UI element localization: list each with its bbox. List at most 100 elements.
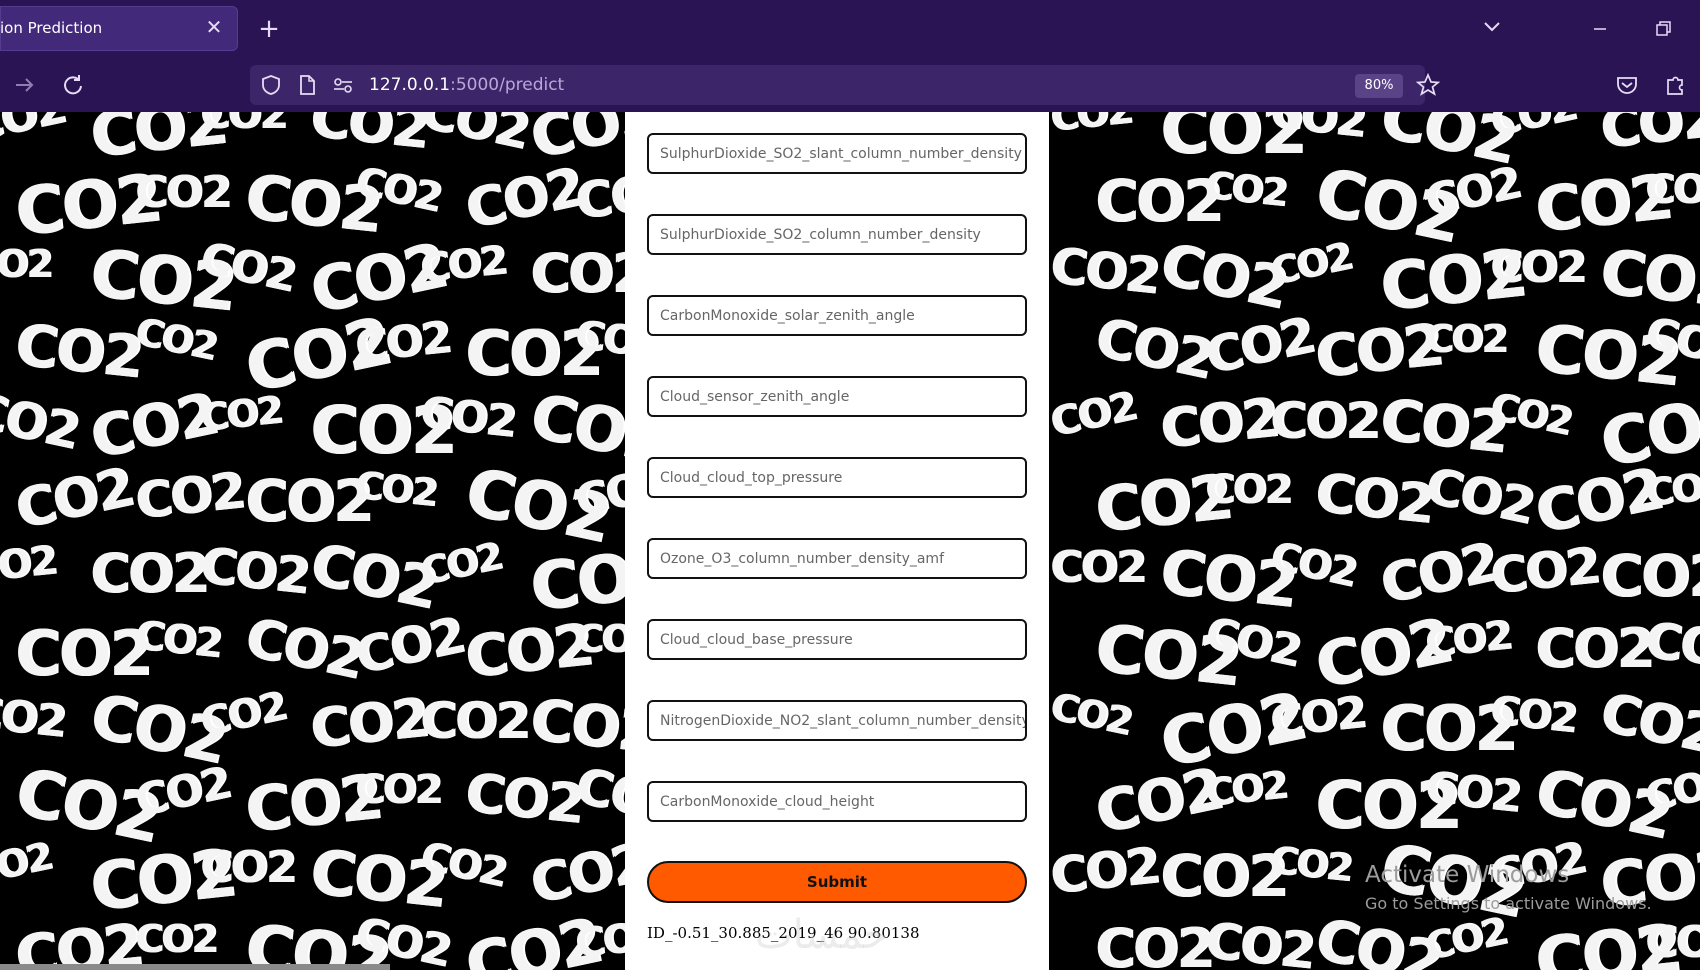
co2-text-decoration: CO2 bbox=[1645, 167, 1700, 213]
co2-text-decoration: CO2 bbox=[1641, 758, 1700, 822]
co2-text-decoration: CO2 bbox=[1594, 680, 1700, 767]
address-bar[interactable]: 127.0.0.1:5000/predict 80% bbox=[250, 65, 1440, 105]
activate-windows-notice: Activate Windows Go to Settings to activ… bbox=[1365, 862, 1652, 913]
co2-text-decoration: CO2 bbox=[197, 536, 311, 606]
extensions-icon[interactable] bbox=[1660, 70, 1690, 100]
co2-text-decoration: CO2 bbox=[1047, 836, 1161, 906]
tab-title: ion Prediction bbox=[0, 19, 103, 37]
co2-text-decoration: CO2 bbox=[355, 767, 442, 813]
co2-text-decoration: CO2 bbox=[1202, 911, 1316, 970]
form-field[interactable] bbox=[647, 457, 1027, 498]
pocket-icon[interactable] bbox=[1612, 70, 1642, 100]
co2-text-decoration: CO2 bbox=[196, 683, 290, 747]
forward-arrow-icon[interactable] bbox=[10, 70, 40, 100]
co2-text-decoration: CO2 bbox=[1046, 383, 1140, 447]
co2-text-decoration: CO2 bbox=[11, 910, 145, 970]
activate-title: Activate Windows bbox=[1365, 862, 1570, 888]
form-field[interactable] bbox=[647, 538, 1027, 579]
form-input[interactable] bbox=[649, 378, 1025, 415]
co2-text-decoration: CO2 bbox=[417, 237, 508, 293]
close-tab-icon[interactable]: ✕ bbox=[202, 15, 226, 39]
reload-icon[interactable] bbox=[58, 70, 88, 100]
co2-text-decoration: CO2 bbox=[1425, 317, 1508, 361]
co2-text-decoration: CO2 bbox=[197, 387, 283, 441]
co2-text-decoration: CO2 bbox=[1421, 909, 1510, 969]
co2-text-decoration: CO2 bbox=[1157, 386, 1281, 461]
chevron-down-icon[interactable] bbox=[1480, 14, 1504, 38]
co2-text-decoration: CO2 bbox=[416, 534, 505, 594]
tab-bar: ion Prediction ✕ + bbox=[0, 0, 1700, 58]
form-field[interactable] bbox=[647, 376, 1027, 417]
minimize-icon[interactable] bbox=[1585, 14, 1615, 44]
page-icon[interactable] bbox=[296, 74, 318, 96]
co2-text-decoration: CO2 bbox=[1200, 306, 1318, 386]
co2-text-decoration: CO2 bbox=[0, 537, 58, 593]
co2-text-decoration: CO2 bbox=[307, 112, 431, 161]
co2-text-decoration: CO2 bbox=[0, 242, 53, 286]
co2-text-decoration: CO2 bbox=[307, 686, 431, 761]
form-field[interactable] bbox=[647, 619, 1027, 660]
zoom-level[interactable]: 80% bbox=[1355, 74, 1403, 98]
new-tab-icon[interactable]: + bbox=[255, 15, 283, 43]
co2-text-decoration: CO2 bbox=[420, 692, 530, 750]
submit-button[interactable]: Submit bbox=[647, 861, 1027, 903]
co2-text-decoration: CO2 bbox=[350, 606, 468, 686]
form-field[interactable] bbox=[647, 133, 1027, 174]
co2-text-decoration: CO2 bbox=[1047, 236, 1161, 306]
co2-text-decoration: CO2 bbox=[1422, 612, 1513, 668]
permissions-icon[interactable] bbox=[332, 74, 354, 96]
co2-text-decoration: CO2 bbox=[462, 761, 586, 836]
url-text[interactable]: 127.0.0.1:5000/predict bbox=[369, 75, 564, 95]
co2-text-decoration: CO2 bbox=[459, 155, 588, 242]
co2-text-decoration: CO2 bbox=[0, 381, 83, 461]
co2-text-decoration: CO2 bbox=[415, 112, 533, 161]
form-input[interactable] bbox=[649, 459, 1025, 496]
form-field[interactable] bbox=[647, 781, 1027, 822]
co2-text-decoration: CO2 bbox=[1047, 112, 1133, 141]
co2-text-decoration: CO2 bbox=[1490, 242, 1586, 293]
form-input[interactable] bbox=[649, 783, 1025, 820]
co2-text-decoration: CO2 bbox=[0, 834, 55, 894]
co2-text-decoration: CO2 bbox=[0, 112, 69, 153]
co2-text-decoration: CO2 bbox=[1420, 456, 1538, 536]
watermark: خمسات bbox=[755, 912, 889, 958]
restore-icon[interactable] bbox=[1648, 14, 1678, 44]
co2-text-decoration: CO2 bbox=[245, 467, 373, 535]
co2-text-decoration: CO2 bbox=[1202, 762, 1288, 816]
co2-text-decoration: CO2 bbox=[1642, 462, 1700, 516]
co2-text-decoration: CO2 bbox=[1487, 687, 1578, 743]
co2-text-decoration: CO2 bbox=[352, 462, 438, 516]
co2-text-decoration: CO2 bbox=[352, 312, 452, 373]
co2-text-decoration: CO2 bbox=[1050, 542, 1146, 593]
shield-icon[interactable] bbox=[260, 74, 282, 96]
navigation-bar: 127.0.0.1:5000/predict 80% bbox=[0, 58, 1700, 112]
co2-text-decoration: CO2 bbox=[135, 917, 218, 961]
prediction-form-panel: Submit ID_-0.51_30.885_2019_46 90.80138 bbox=[625, 112, 1049, 970]
form-input[interactable] bbox=[649, 216, 1025, 253]
co2-text-decoration: CO2 bbox=[132, 612, 223, 668]
co2-text-decoration: CO2 bbox=[15, 617, 152, 690]
form-field[interactable] bbox=[647, 295, 1027, 336]
bookmark-star-icon[interactable] bbox=[1416, 73, 1440, 97]
browser-tab[interactable]: ion Prediction ✕ bbox=[0, 6, 238, 51]
form-field[interactable] bbox=[647, 214, 1027, 255]
form-input[interactable] bbox=[649, 135, 1025, 172]
form-input[interactable] bbox=[649, 621, 1025, 658]
co2-text-decoration: CO2 bbox=[1535, 617, 1654, 680]
co2-text-decoration: CO2 bbox=[1095, 167, 1223, 235]
horizontal-scrollbar[interactable] bbox=[0, 964, 390, 970]
form-input[interactable] bbox=[649, 297, 1025, 334]
form-input[interactable] bbox=[649, 702, 1025, 739]
co2-text-decoration: CO2 bbox=[1486, 112, 1580, 147]
co2-text-decoration: CO2 bbox=[130, 757, 234, 828]
co2-text-decoration: CO2 bbox=[1267, 837, 1353, 891]
form-input[interactable] bbox=[649, 540, 1025, 577]
co2-text-decoration: CO2 bbox=[1487, 536, 1601, 606]
co2-text-decoration: CO2 bbox=[1205, 467, 1292, 513]
co2-text-decoration: CO2 bbox=[1596, 235, 1700, 322]
form-field[interactable] bbox=[647, 700, 1027, 741]
co2-text-decoration: CO2 bbox=[1160, 842, 1288, 910]
co2-text-decoration: CO2 bbox=[1095, 917, 1214, 970]
co2-text-decoration: CO2 bbox=[90, 542, 209, 605]
co2-text-decoration: CO2 bbox=[1089, 305, 1218, 392]
